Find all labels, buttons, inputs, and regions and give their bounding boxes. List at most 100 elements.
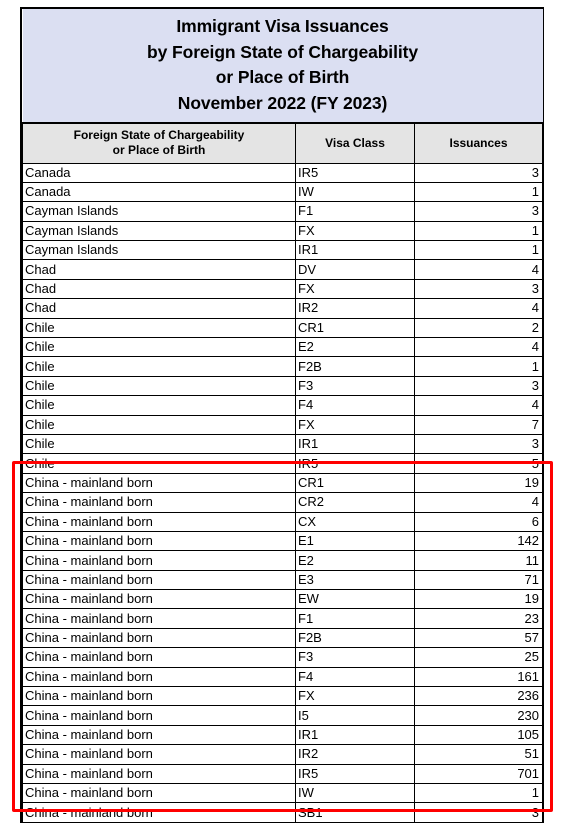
table-row: Chile E2 4: [22, 337, 544, 358]
cell-visa-class: F2B: [295, 356, 415, 377]
cell-country: China - mainland born: [22, 511, 296, 532]
table-row: China - mainland born IR1 105: [22, 724, 544, 746]
cell-issuances: 7: [413, 414, 544, 435]
cell-country: China - mainland born: [22, 569, 296, 591]
column-header-row: Foreign State of Chargeability or Place …: [22, 123, 544, 164]
visa-issuance-table-container: Immigrant Visa Issuances by Foreign Stat…: [20, 7, 544, 823]
cell-country: China - mainland born: [22, 744, 296, 765]
table-row: China - mainland born CX 6: [22, 511, 544, 532]
cell-issuances: 51: [413, 744, 544, 765]
cell-visa-class: IR1: [295, 240, 415, 261]
table-head: Immigrant Visa Issuances by Foreign Stat…: [22, 9, 544, 164]
cell-issuances: 3: [413, 433, 544, 455]
table-row: Chile IR1 3: [22, 433, 544, 455]
cell-country: Canada: [22, 181, 296, 203]
table-row: China - mainland born SB1 3: [22, 802, 544, 823]
cell-country: Chile: [22, 453, 296, 474]
table-row: China - mainland born IR2 51: [22, 744, 544, 765]
column-header-country-line-1: Foreign State of Chargeability: [73, 128, 245, 143]
cell-visa-class: CR1: [295, 317, 415, 339]
report-title-row: Immigrant Visa Issuances by Foreign Stat…: [22, 9, 543, 124]
cell-visa-class: SB1: [295, 802, 415, 823]
cell-visa-class: IR5: [295, 763, 415, 785]
table-row: China - mainland born E3 71: [22, 569, 544, 591]
cell-country: Cayman Islands: [22, 201, 296, 222]
cell-issuances: 161: [413, 666, 544, 688]
cell-visa-class: I5: [295, 705, 415, 726]
cell-issuances: 4: [413, 259, 544, 280]
table-row: China - mainland born EW 19: [22, 589, 544, 610]
cell-issuances: 19: [413, 472, 544, 494]
cell-country: Chad: [22, 298, 296, 319]
cell-issuances: 11: [413, 550, 544, 571]
cell-country: China - mainland born: [22, 492, 296, 513]
cell-issuances: 1: [413, 220, 544, 242]
cell-issuances: 71: [413, 569, 544, 591]
table-row: Chile CR1 2: [22, 317, 544, 339]
table-row: Chile FX 7: [22, 414, 544, 435]
cell-country: Cayman Islands: [22, 220, 296, 242]
cell-visa-class: E1: [295, 530, 415, 552]
cell-visa-class: E2: [295, 550, 415, 571]
cell-issuances: 3: [413, 278, 544, 300]
cell-issuances: 3: [413, 162, 544, 183]
cell-country: China - mainland born: [22, 686, 296, 707]
cell-issuances: 3: [413, 802, 544, 823]
cell-visa-class: IR2: [295, 298, 415, 319]
cell-visa-class: DV: [295, 259, 415, 280]
table-row: Chile F2B 1: [22, 356, 544, 377]
cell-visa-class: IR5: [295, 453, 415, 474]
report-title: Immigrant Visa Issuances by Foreign Stat…: [22, 9, 543, 124]
table-row: Cayman Islands IR1 1: [22, 240, 544, 261]
cell-country: Chile: [22, 375, 296, 397]
table-row: China - mainland born F1 23: [22, 608, 544, 629]
cell-issuances: 4: [413, 298, 544, 319]
cell-issuances: 3: [413, 375, 544, 397]
cell-issuances: 4: [413, 492, 544, 513]
table-row: China - mainland born I5 230: [22, 705, 544, 726]
cell-visa-class: CR1: [295, 472, 415, 494]
cell-issuances: 57: [413, 627, 544, 649]
cell-country: China - mainland born: [22, 763, 296, 785]
cell-visa-class: IR1: [295, 433, 415, 455]
cell-issuances: 4: [413, 337, 544, 358]
table-row: China - mainland born FX 236: [22, 686, 544, 707]
report-title-line-3: or Place of Birth: [215, 67, 350, 87]
table-row: Chile F4 4: [22, 395, 544, 416]
table-row: Canada IW 1: [22, 181, 544, 203]
table-row: China - mainland born IW 1: [22, 782, 544, 804]
column-header-country-line-2: or Place of Birth: [112, 143, 206, 158]
cell-country: China - mainland born: [22, 724, 296, 746]
cell-visa-class: CX: [295, 511, 415, 532]
table-row: Chile IR5 5: [22, 453, 544, 474]
table-row: Canada IR5 3: [22, 162, 544, 183]
table-row: Cayman Islands F1 3: [22, 201, 544, 222]
report-title-line-2: by Foreign State of Chargeability: [147, 41, 418, 62]
cell-visa-class: E2: [295, 337, 415, 358]
cell-country: China - mainland born: [22, 705, 296, 726]
cell-country: Canada: [22, 162, 296, 183]
cell-country: China - mainland born: [22, 627, 296, 649]
cell-issuances: 1: [413, 181, 544, 203]
cell-country: China - mainland born: [22, 550, 296, 571]
table-row: China - mainland born CR1 19: [22, 472, 544, 494]
cell-country: Chile: [22, 433, 296, 455]
cell-country: China - mainland born: [22, 782, 296, 804]
cell-issuances: 3: [413, 201, 544, 222]
cell-issuances: 701: [413, 763, 544, 785]
cell-visa-class: FX: [295, 220, 415, 242]
table-row: China - mainland born CR2 4: [22, 492, 544, 513]
cell-country: China - mainland born: [22, 472, 296, 494]
cell-visa-class: F2B: [295, 627, 415, 649]
cell-issuances: 1: [413, 782, 544, 804]
cell-country: China - mainland born: [22, 647, 296, 668]
table-row: Chad IR2 4: [22, 298, 544, 319]
table-body: Canada IR5 3 Canada IW 1 Cayman Islands F1 3 Caym…: [22, 162, 544, 823]
visa-issuance-table: Immigrant Visa Issuances by Foreign Stat…: [22, 9, 544, 823]
cell-issuances: 23: [413, 608, 544, 629]
cell-country: Chad: [22, 259, 296, 280]
cell-issuances: 230: [413, 705, 544, 726]
cell-country: Cayman Islands: [22, 240, 296, 261]
cell-issuances: 19: [413, 589, 544, 610]
cell-country: China - mainland born: [22, 802, 296, 823]
